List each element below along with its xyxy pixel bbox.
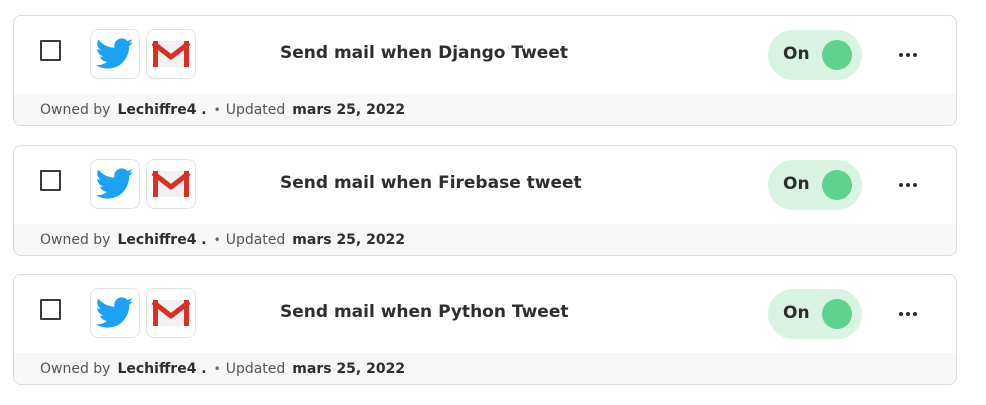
more-options-icon[interactable] [890, 299, 926, 329]
gmail-icon [146, 288, 196, 338]
zap-title[interactable]: Send mail when Django Tweet [280, 43, 568, 63]
owned-by-label: Owned by [40, 360, 111, 377]
zap-meta: Owned by Lechiffre4 . • Updated mars 25,… [14, 224, 956, 255]
zap-meta: Owned by Lechiffre4 . • Updated mars 25,… [14, 353, 956, 384]
separator-dot: • [213, 361, 221, 376]
twitter-icon [90, 29, 140, 79]
separator-dot: • [213, 102, 221, 117]
updated-date: mars 25, 2022 [292, 231, 406, 248]
status-toggle[interactable]: On [768, 289, 862, 339]
zap-card: Send mail when Python Tweet On Owned by … [13, 274, 957, 385]
toggle-label: On [783, 44, 810, 64]
zap-card: Send mail when Django Tweet On Owned by … [13, 15, 957, 126]
toggle-knob [822, 40, 852, 70]
zap-meta: Owned by Lechiffre4 . • Updated mars 25,… [14, 94, 956, 125]
twitter-icon [90, 288, 140, 338]
separator-dot: • [213, 232, 221, 247]
zap-card-header: Send mail when Django Tweet On [14, 16, 956, 94]
owner-name: Lechiffre4 . [117, 231, 207, 248]
owner-name: Lechiffre4 . [117, 360, 207, 377]
toggle-knob [822, 170, 852, 200]
zap-card: Send mail when Firebase tweet On Owned b… [13, 145, 957, 256]
gmail-icon [146, 159, 196, 209]
zap-card-header: Send mail when Firebase tweet On [14, 146, 956, 224]
updated-label: Updated [225, 101, 286, 118]
select-checkbox[interactable] [40, 40, 61, 61]
zap-title[interactable]: Send mail when Python Tweet [280, 302, 569, 322]
owner-name: Lechiffre4 . [117, 101, 207, 118]
select-checkbox[interactable] [40, 299, 61, 320]
zap-card-header: Send mail when Python Tweet On [14, 275, 956, 353]
more-options-icon[interactable] [890, 170, 926, 200]
toggle-knob [822, 299, 852, 329]
status-toggle[interactable]: On [768, 160, 862, 210]
updated-date: mars 25, 2022 [292, 360, 406, 377]
owned-by-label: Owned by [40, 101, 111, 118]
status-toggle[interactable]: On [768, 30, 862, 80]
toggle-label: On [783, 303, 810, 323]
twitter-icon [90, 159, 140, 209]
updated-label: Updated [225, 231, 286, 248]
owned-by-label: Owned by [40, 231, 111, 248]
select-checkbox[interactable] [40, 170, 61, 191]
zap-title[interactable]: Send mail when Firebase tweet [280, 173, 582, 193]
more-options-icon[interactable] [890, 40, 926, 70]
zap-list: Send mail when Django Tweet On Owned by … [0, 0, 986, 405]
gmail-icon [146, 29, 196, 79]
updated-label: Updated [225, 360, 286, 377]
toggle-label: On [783, 174, 810, 194]
updated-date: mars 25, 2022 [292, 101, 406, 118]
